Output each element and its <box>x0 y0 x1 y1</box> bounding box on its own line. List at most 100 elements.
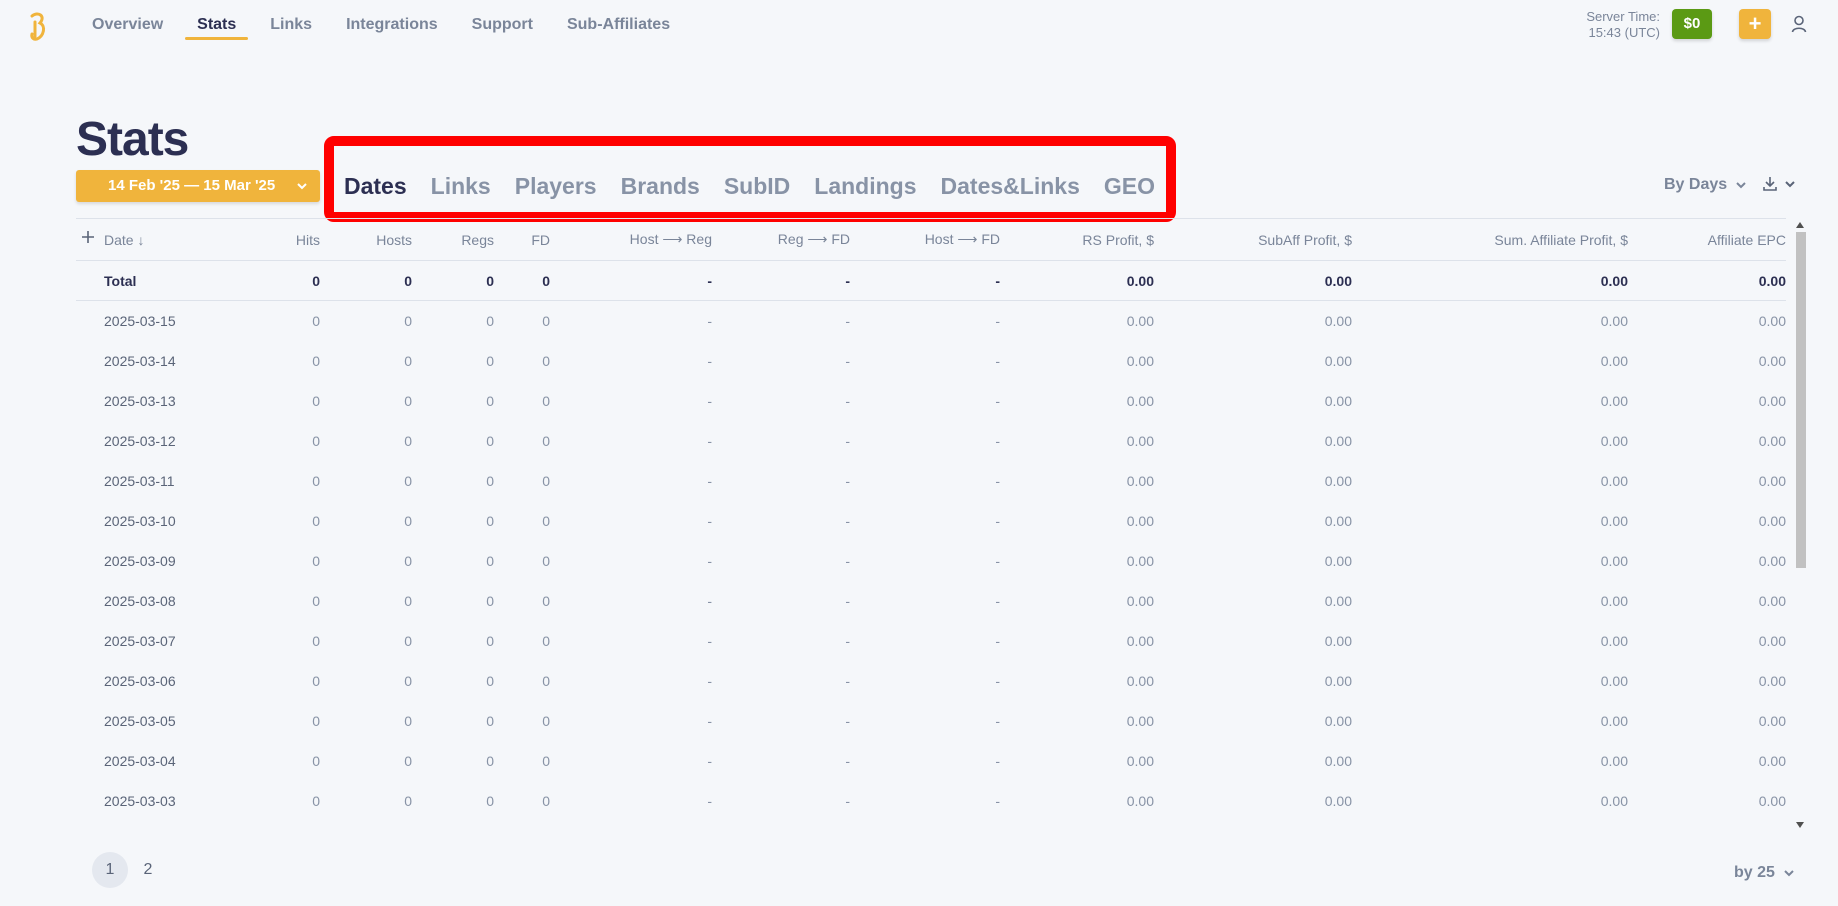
table-cell: 0.00 <box>1000 260 1154 301</box>
table-cell: 0 <box>312 792 320 809</box>
scroll-up-arrow-icon[interactable] <box>1796 222 1804 228</box>
table-cell: 2025-03-15 <box>104 312 176 329</box>
table-cell: - <box>995 432 1000 449</box>
table-cell: 0.00 <box>1758 792 1786 809</box>
table-cell: 0 <box>494 260 550 301</box>
column-header-regs[interactable]: Regs <box>412 218 494 261</box>
table-cell: 0.00 <box>1324 592 1352 609</box>
table-cell: 0 <box>486 472 494 489</box>
scroll-down-arrow-icon[interactable] <box>1796 822 1804 828</box>
column-header-reg-fd[interactable]: Reg ⟶ FD <box>712 218 850 261</box>
column-header-fd[interactable]: FD <box>494 218 550 261</box>
table-row: 2025-03-13 0 0 0 0 - - - 0.00 0.00 0.00 0.00 <box>76 381 1786 421</box>
table-cell: - <box>995 392 1000 409</box>
table-cell: 0 <box>312 752 320 769</box>
group-by-dropdown[interactable]: By Days <box>1664 176 1747 194</box>
table-cell: 0.00 <box>1324 552 1352 569</box>
table-cell: 2025-03-03 <box>104 792 176 809</box>
table-row: 2025-03-05 0 0 0 0 - - - 0.00 0.00 0.00 0.00 <box>76 701 1786 741</box>
nav-item-integrations[interactable]: Integrations <box>334 0 450 50</box>
table-body: Total 0 0 0 0- - -0.00 0.00 0.00 0.00 2025-03-15 0 0… <box>76 260 1786 821</box>
table-scrollbar[interactable] <box>1794 218 1806 834</box>
table-cell: - <box>707 552 712 569</box>
nav-item-links[interactable]: Links <box>258 0 324 50</box>
table-cell: 0 <box>312 312 320 329</box>
table-cell: - <box>845 432 850 449</box>
column-header-subaff-profit[interactable]: SubAff Profit, $ <box>1154 218 1352 261</box>
table-cell: 0.00 <box>1758 672 1786 689</box>
per-page-dropdown[interactable]: by 25 <box>1734 864 1795 882</box>
table-cell: 0.00 <box>1758 712 1786 729</box>
table-cell: 0 <box>210 260 320 301</box>
table-cell: 0 <box>312 712 320 729</box>
column-header-host-reg[interactable]: Host ⟶ Reg <box>550 218 712 261</box>
date-range-picker[interactable]: 14 Feb '25 — 15 Mar '25 <box>76 170 320 202</box>
table-cell: 0 <box>542 472 550 489</box>
tab-landings[interactable]: Landings <box>814 170 916 202</box>
table-cell: 0.00 <box>1324 392 1352 409</box>
add-button[interactable]: + <box>1739 9 1771 39</box>
table-cell: 0 <box>542 712 550 729</box>
column-header-host-fd[interactable]: Host ⟶ FD <box>850 218 1000 261</box>
table-cell: 0.00 <box>1600 312 1628 329</box>
nav-item-sub-affiliates[interactable]: Sub-Affiliates <box>555 0 682 50</box>
nav-item-overview[interactable]: Overview <box>80 0 175 50</box>
table-row: 2025-03-15 0 0 0 0 - - - 0.00 0.00 0.00 0.00 <box>76 301 1786 341</box>
table-cell: 0 <box>320 260 412 301</box>
tab-players[interactable]: Players <box>515 170 597 202</box>
table-cell: 0 <box>486 632 494 649</box>
column-header-hosts[interactable]: Hosts <box>320 218 412 261</box>
tab-subid[interactable]: SubID <box>724 170 790 202</box>
table-cell: - <box>845 472 850 489</box>
table-cell: 0 <box>404 672 412 689</box>
user-icon[interactable] <box>1791 15 1807 33</box>
page-button-1[interactable]: 1 <box>92 852 128 888</box>
column-header-affiliate-epc[interactable]: Affiliate EPC <box>1628 218 1786 261</box>
table-cell: 0.00 <box>1324 312 1352 329</box>
table-cell: 0 <box>404 712 412 729</box>
table-cell: 0 <box>542 512 550 529</box>
nav-item-stats[interactable]: Stats <box>185 0 249 50</box>
export-button[interactable] <box>1762 176 1802 192</box>
tab-brands[interactable]: Brands <box>621 170 700 202</box>
table-cell: 0.00 <box>1758 552 1786 569</box>
table-cell: 0.00 <box>1324 512 1352 529</box>
table-cell: 0 <box>542 632 550 649</box>
tab-dates-links[interactable]: Dates&Links <box>941 170 1080 202</box>
table-cell: 0 <box>404 752 412 769</box>
column-header-date[interactable]: Date ↓ <box>76 218 210 261</box>
table-cell: 0.00 <box>1126 392 1154 409</box>
table-cell: - <box>707 432 712 449</box>
table-cell: 2025-03-06 <box>104 672 176 689</box>
column-header-hits[interactable]: Hits <box>210 218 320 261</box>
add-column-icon[interactable] <box>80 229 96 245</box>
table-cell: 0.00 <box>1324 672 1352 689</box>
tab-geo[interactable]: GEO <box>1104 170 1155 202</box>
table-cell: 0.00 <box>1352 260 1628 301</box>
table-cell: - <box>995 352 1000 369</box>
table-cell: - <box>707 672 712 689</box>
chevron-down-icon <box>1784 870 1794 877</box>
table-cell: 0 <box>486 432 494 449</box>
scroll-thumb[interactable] <box>1796 232 1806 568</box>
balance-button[interactable]: $0 <box>1672 9 1712 39</box>
table-cell: 0 <box>404 792 412 809</box>
column-header-rs-profit[interactable]: RS Profit, $ <box>1000 218 1154 261</box>
table-cell: - <box>845 712 850 729</box>
tab-links[interactable]: Links <box>431 170 491 202</box>
nav-item-support[interactable]: Support <box>460 0 545 50</box>
table-cell: - <box>845 552 850 569</box>
table-row: 2025-03-03 0 0 0 0 - - - 0.00 0.00 0.00 0.00 <box>76 781 1786 821</box>
table-cell: - <box>995 592 1000 609</box>
table-cell: 0 <box>542 312 550 329</box>
tab-dates[interactable]: Dates <box>344 170 407 202</box>
logo-icon[interactable] <box>26 12 48 42</box>
table-row: 2025-03-11 0 0 0 0 - - - 0.00 0.00 0.00 0.00 <box>76 461 1786 501</box>
table-row: 2025-03-07 0 0 0 0 - - - 0.00 0.00 0.00 0.00 <box>76 621 1786 661</box>
page-button-2[interactable]: 2 <box>130 852 166 888</box>
table-cell: 0.00 <box>1600 432 1628 449</box>
table-row: 2025-03-10 0 0 0 0 - - - 0.00 0.00 0.00 0.00 <box>76 501 1786 541</box>
table-cell: 0.00 <box>1126 592 1154 609</box>
column-header-sum-affiliate-profit[interactable]: Sum. Affiliate Profit, $ <box>1352 218 1628 261</box>
table-cell: 0.00 <box>1600 672 1628 689</box>
